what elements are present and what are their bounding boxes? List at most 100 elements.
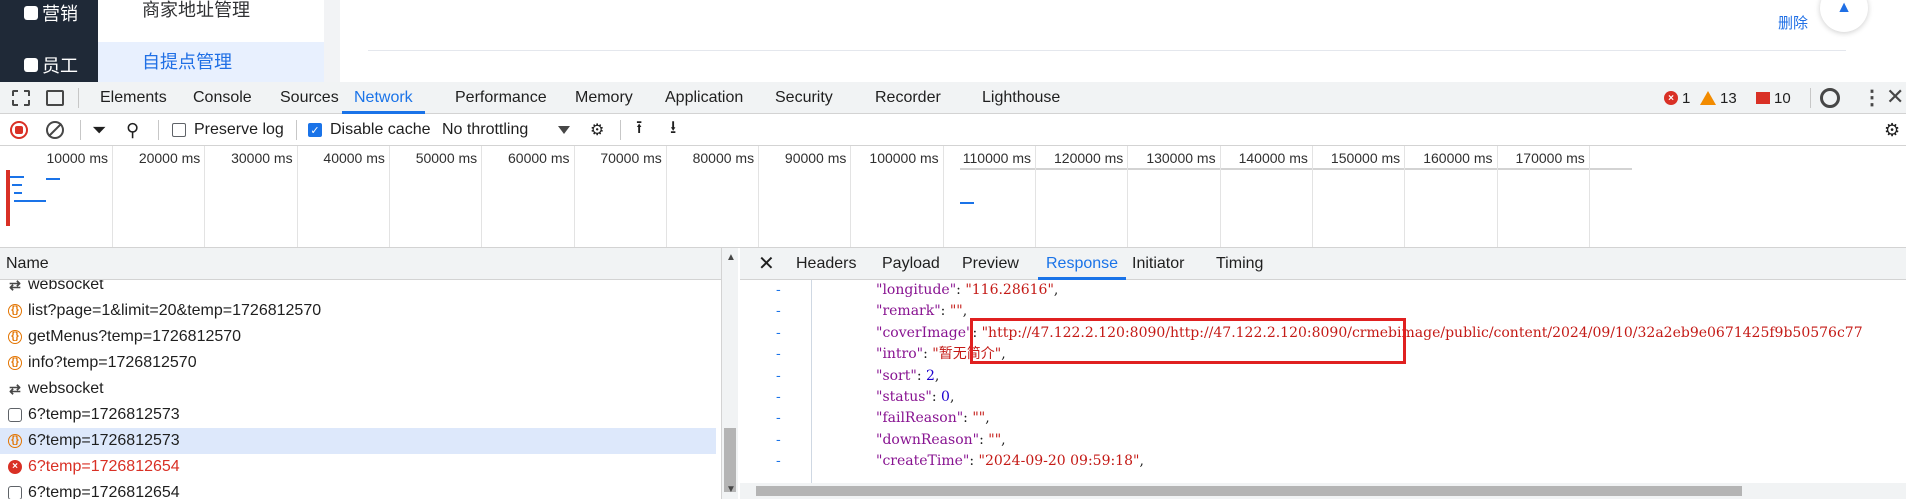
tab-elements[interactable]: Elements [100,82,167,114]
request-list: ⇄ websocket {} list?page=1&limit=20&temp=17… [0,248,722,499]
request-name: 6?temp=1726812654 [28,458,180,475]
tab-headers[interactable]: Headers [796,248,856,280]
response-line: "status": 0, [876,387,1863,408]
waterfall-bar [14,192,22,194]
scrollbar-thumb[interactable] [724,428,736,492]
json-key: "failReason" [876,410,964,427]
json-punctuation: , [1001,431,1006,448]
tab-console[interactable]: Console [193,82,252,114]
json-punctuation: , [962,303,968,320]
request-name: 6?temp=1726812573 [28,432,180,449]
error-count-badge[interactable]: × 1 [1664,88,1690,108]
close-detail-icon[interactable]: ✕ [758,248,775,280]
disable-cache-checkbox[interactable]: ✓ Disable cache [308,114,431,146]
scrollbar-thumb[interactable] [756,486,1742,496]
json-key: "intro" [876,346,924,363]
json-value: "" [988,431,1002,448]
record-button[interactable] [10,114,28,146]
request-row[interactable]: × 6?temp=1726812654 [0,454,716,480]
clear-button[interactable] [46,114,64,146]
scroll-down-icon[interactable]: ▼ [726,484,736,495]
tab-payload[interactable]: Payload [882,248,940,280]
search-icon[interactable]: ⚲ [126,114,139,146]
response-line: "createTime": "2024-09-20 09:59:18", [876,451,1863,472]
json-key: "sort" [876,367,917,384]
inspect-element-icon[interactable] [12,90,30,106]
fetch-xhr-icon: {} [8,434,22,448]
request-row[interactable]: {} getMenus?temp=1726812570 [0,324,716,350]
tab-performance[interactable]: Performance [455,82,547,114]
json-colon: : [916,367,926,384]
sidebar-item-staff[interactable]: 员工 [24,52,78,78]
more-options-icon[interactable]: ⋮ [1862,88,1882,108]
request-list-scrollbar[interactable]: ▲ ▼ [722,248,738,499]
scroll-up-icon[interactable]: ▲ [726,252,736,263]
throttling-select[interactable]: No throttling [442,114,571,146]
tab-recorder[interactable]: Recorder [875,82,941,114]
request-row[interactable]: 6?temp=1726812654 [0,480,716,499]
waterfall-bar [14,200,46,202]
clear-icon [46,121,64,139]
timeline-tick-label: 10000 ms [46,150,108,166]
tab-memory[interactable]: Memory [575,82,633,114]
json-colon: : [931,388,942,405]
response-horizontal-scrollbar[interactable] [740,483,1906,499]
export-har-icon[interactable]: ⭳ [670,114,676,146]
divider [368,50,1846,51]
sidebar-item-label: 员工 [42,56,78,76]
response-line: "longitude": "116.28616", [876,280,1863,301]
warning-count-badge[interactable]: 13 [1700,88,1737,108]
device-toolbar-icon[interactable] [46,90,64,106]
json-colon: : [979,431,989,448]
close-devtools-icon[interactable]: ✕ [1886,86,1904,108]
request-row[interactable]: {} 6?temp=1726812573 [0,428,716,454]
import-har-icon[interactable]: ⭱ [636,114,642,146]
tab-network[interactable]: Network [342,82,425,114]
user-icon [24,58,38,72]
tab-sources[interactable]: Sources [280,82,339,114]
response-body[interactable]: - - - - - - - - - "longitude": "116.28616", "rema… [740,280,1906,485]
separator [620,120,621,140]
network-timeline-overview[interactable]: 10000 ms 20000 ms 30000 ms 40000 ms 50000 ms… [0,146,1906,248]
gutter-marker: - [776,282,781,298]
tab-security[interactable]: Security [775,82,833,114]
issues-count-badge[interactable]: 10 [1756,88,1791,108]
tab-response[interactable]: Response [1038,248,1127,280]
tab-application[interactable]: Application [665,82,743,114]
submenu: 商家地址管理 自提点管理 [98,0,324,82]
waterfall-marker [6,170,10,226]
filter-icon[interactable]: ⏷ [92,114,106,146]
preserve-log-checkbox[interactable]: Preserve log [172,114,284,146]
request-row[interactable]: ⇄ websocket [0,376,716,402]
detail-tabbar: ✕ Headers Payload Preview Response Initi… [740,248,1906,280]
request-row[interactable]: {} info?temp=1726812570 [0,350,716,376]
tab-timing[interactable]: Timing [1216,248,1263,280]
checkbox-icon [172,123,186,137]
request-list-header[interactable]: Name [0,248,721,280]
gutter-marker: - [776,324,781,341]
json-key: "createTime" [876,453,970,470]
json-key: "status" [876,388,932,405]
tab-preview[interactable]: Preview [962,248,1019,280]
throttling-value: No throttling [442,121,529,138]
submenu-item-pickup[interactable]: 自提点管理 [98,42,324,82]
gutter-marker: - [776,410,781,427]
delete-link[interactable]: 删除 [1778,12,1808,33]
sidebar-item-marketing[interactable]: 营销 [24,0,78,26]
json-colon: : [963,410,973,427]
name-column-header: Name [6,255,49,272]
submenu-item-address[interactable]: 商家地址管理 [98,0,324,30]
network-conditions-icon[interactable]: ⚙ [590,114,604,146]
timeline-tick-label: 110000 ms [962,150,1031,166]
request-row[interactable]: {} list?page=1&limit=20&temp=1726812570 [0,298,716,324]
settings-gear-icon[interactable] [1820,88,1840,108]
issues-icon [1756,92,1770,104]
checkbox-checked-icon: ✓ [308,123,322,137]
network-settings-gear-icon[interactable]: ⚙ [1884,114,1900,146]
tab-initiator[interactable]: Initiator [1132,248,1184,280]
timeline-tick-label: 170000 ms [1515,150,1585,166]
request-row[interactable]: 6?temp=1726812573 [0,402,716,428]
tab-lighthouse[interactable]: Lighthouse [982,82,1060,114]
request-name: 6?temp=1726812654 [28,484,180,499]
timeline-gridline [1588,146,1590,247]
